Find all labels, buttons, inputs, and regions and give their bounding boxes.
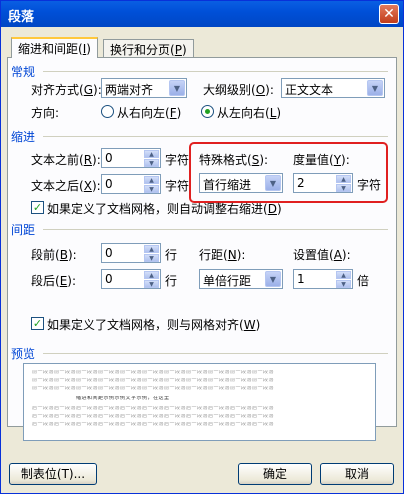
setting-value-unit: 倍 — [357, 274, 370, 288]
section-general-title: 常规 — [11, 65, 36, 79]
spin-down-icon[interactable]: ▼ — [144, 254, 159, 262]
section-divider — [43, 136, 388, 137]
indent-before-value: 0 — [105, 151, 113, 165]
preview-next-line: 后一段落后一段落后一段落后一段落后一段落后一段落后一段落后一段落后一段落后一段落… — [32, 422, 275, 427]
space-after-label: 段后(E): — [31, 274, 77, 288]
ltr-label[interactable]: 从左向右(L) — [217, 104, 281, 121]
outline-select-value: 正文文本 — [285, 83, 334, 97]
section-indent-title: 缩进 — [11, 130, 36, 144]
section-spacing-title: 间距 — [11, 223, 36, 237]
tabs-button[interactable]: 制表位(T)... — [9, 463, 97, 485]
indent-after-label: 文本之后(X): — [31, 179, 101, 193]
space-before-value: 0 — [105, 246, 113, 260]
align-select-value: 两端对齐 — [105, 83, 154, 97]
indent-before-label: 文本之前(R): — [31, 153, 101, 167]
chevron-down-icon: ▼ — [265, 271, 281, 287]
section-divider — [43, 71, 388, 72]
preview-prev-line: 前一段落前一段落前一段落前一段落前一段落前一段落前一段落前一段落前一段落前一段落… — [32, 378, 275, 383]
setting-value-input[interactable]: 1 ▲ ▼ — [293, 269, 353, 289]
chevron-down-icon: ▼ — [367, 80, 383, 96]
line-spacing-value: 单倍行距 — [203, 274, 252, 288]
preview-box: 前一段落前一段落前一段落前一段落前一段落前一段落前一段落前一段落前一段落前一段落… — [23, 363, 376, 441]
cancel-button[interactable]: 取消 — [320, 463, 394, 485]
section-divider — [43, 353, 388, 354]
indent-before-unit: 字符 — [165, 153, 190, 167]
space-after-input[interactable]: 0 ▲ ▼ — [101, 269, 161, 289]
spin-down-icon[interactable]: ▼ — [336, 280, 351, 288]
space-after-value: 0 — [105, 272, 113, 286]
setting-value-label: 设置值(A): — [293, 248, 351, 262]
snap-grid-label[interactable]: 如果定义了文档网格，则与网格对齐(W) — [47, 316, 260, 333]
outline-label: 大纲级别(O): — [203, 83, 274, 97]
indent-after-input[interactable]: 0 ▲ ▼ — [101, 174, 161, 194]
space-after-unit: 行 — [165, 274, 178, 288]
preview-current-line: 缩进和间距示例示例文字示例，在这里 — [76, 396, 170, 401]
indent-after-value: 0 — [105, 177, 113, 191]
section-preview-title: 预览 — [11, 347, 36, 361]
indent-after-unit: 字符 — [165, 179, 190, 193]
spin-up-icon[interactable]: ▲ — [336, 271, 351, 279]
section-divider — [43, 229, 388, 230]
space-before-label: 段前(B): — [31, 248, 77, 262]
auto-adjust-checkbox[interactable]: ✓ — [31, 201, 44, 214]
dialog-title: 段落 — [8, 10, 35, 25]
title-bar: 段落 ✕ — [1, 1, 403, 27]
tab-indent-spacing-label: 缩进和间距 — [18, 42, 79, 56]
preview-prev-line: 前一段落前一段落前一段落前一段落前一段落前一段落前一段落前一段落前一段落前一段落… — [32, 370, 275, 375]
line-spacing-label: 行距(N): — [199, 248, 246, 262]
preview-next-line: 后一段落后一段落后一段落后一段落后一段落后一段落后一段落后一段落后一段落后一段落… — [32, 414, 275, 419]
spin-down-icon[interactable]: ▼ — [144, 185, 159, 193]
tab-indent-spacing-key: I — [82, 42, 87, 56]
align-select[interactable]: 两端对齐 ▼ — [101, 78, 187, 98]
rtl-label[interactable]: 从右向左(F) — [117, 104, 181, 121]
highlight-box — [189, 142, 388, 203]
ltr-radio[interactable] — [201, 105, 214, 118]
tab-line-page-breaks[interactable]: 换行和分页(P) — [103, 39, 194, 57]
tab-line-page-breaks-label: 换行和分页 — [110, 43, 171, 57]
spin-up-icon[interactable]: ▲ — [144, 245, 159, 253]
ok-button[interactable]: 确定 — [238, 463, 312, 485]
rtl-radio[interactable] — [101, 105, 114, 118]
setting-value: 1 — [297, 272, 305, 286]
close-button[interactable]: ✕ — [379, 4, 399, 24]
space-before-input[interactable]: 0 ▲ ▼ — [101, 243, 161, 263]
spin-down-icon[interactable]: ▼ — [144, 280, 159, 288]
chevron-down-icon: ▼ — [169, 80, 185, 96]
snap-grid-checkbox[interactable]: ✓ — [31, 317, 44, 330]
spin-down-icon[interactable]: ▼ — [144, 159, 159, 167]
tab-line-page-breaks-key: P — [174, 43, 182, 57]
tab-indent-spacing[interactable]: 缩进和间距(I) — [11, 37, 98, 58]
spin-up-icon[interactable]: ▲ — [144, 150, 159, 158]
spin-up-icon[interactable]: ▲ — [144, 176, 159, 184]
line-spacing-select[interactable]: 单倍行距 ▼ — [199, 269, 283, 289]
preview-prev-line: 前一段落前一段落前一段落前一段落前一段落前一段落前一段落前一段落前一段落前一段落… — [32, 386, 275, 391]
direction-label: 方向: — [31, 106, 60, 120]
outline-select[interactable]: 正文文本 ▼ — [281, 78, 385, 98]
paragraph-dialog: 段落 ✕ 缩进和间距(I) 换行和分页(P) 常规 对齐方式(G): 两端对齐 … — [0, 0, 404, 494]
space-before-unit: 行 — [165, 248, 178, 262]
auto-adjust-label[interactable]: 如果定义了文档网格，则自动调整右缩进(D) — [47, 200, 282, 217]
spin-up-icon[interactable]: ▲ — [144, 271, 159, 279]
align-label: 对齐方式(G): — [31, 83, 102, 97]
indent-before-input[interactable]: 0 ▲ ▼ — [101, 148, 161, 168]
preview-next-line: 后一段落后一段落后一段落后一段落后一段落后一段落后一段落后一段落后一段落后一段落… — [32, 406, 275, 411]
